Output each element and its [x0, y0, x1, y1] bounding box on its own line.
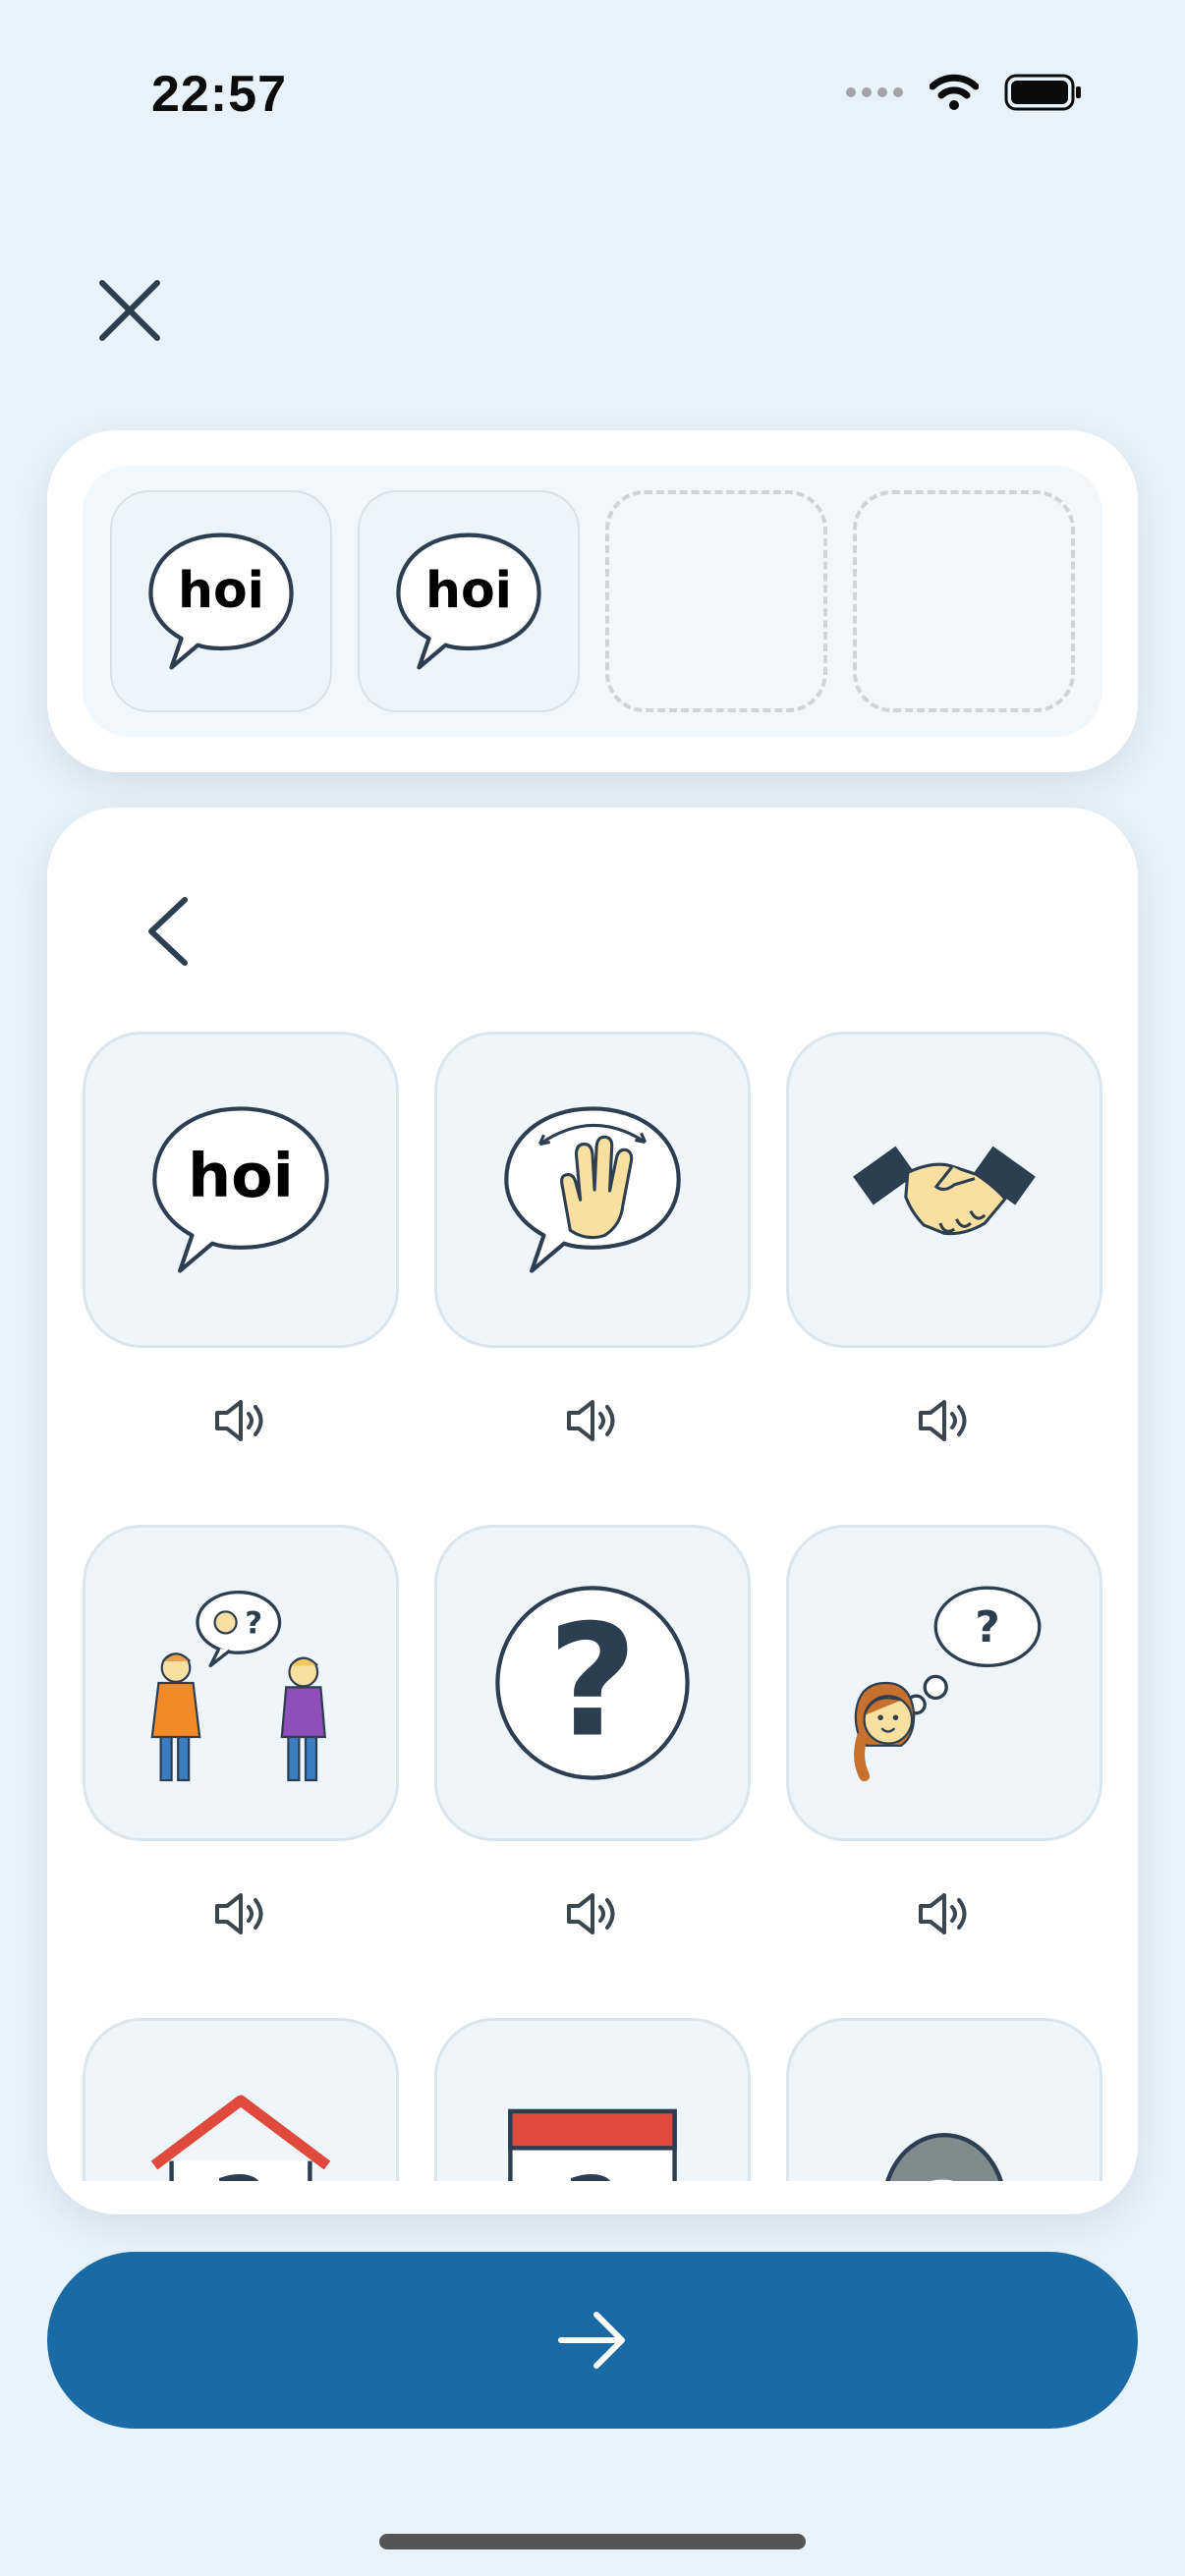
grey-question-icon: ?	[885, 2133, 1003, 2181]
symbol-grid-card: hoi ? ? ?	[47, 808, 1138, 2214]
status-bar: 22:57	[0, 0, 1185, 196]
chevron-left-icon	[148, 897, 188, 966]
svg-text:hoi: hoi	[178, 561, 264, 619]
speaker-icon[interactable]	[563, 1890, 622, 1937]
close-icon	[99, 280, 160, 341]
svg-text:?: ?	[564, 2157, 620, 2182]
battery-icon	[1004, 74, 1081, 111]
sentence-slot-2[interactable]: hoi	[358, 490, 580, 712]
sentence-slot-1[interactable]: hoi	[110, 490, 332, 712]
sentence-slot-3-empty[interactable]	[605, 490, 827, 712]
speaker-icon[interactable]	[211, 1890, 270, 1937]
home-indicator[interactable]	[379, 2534, 806, 2549]
speech-bubble-hoi-icon: hoi	[396, 532, 541, 670]
wifi-icon	[930, 74, 979, 110]
symbol-tile-hoi[interactable]: hoi	[83, 1032, 399, 1348]
close-button[interactable]	[94, 275, 165, 346]
svg-text:hoi: hoi	[188, 1141, 294, 1211]
arrow-right-icon	[558, 2312, 625, 2369]
sentence-slot-4-empty[interactable]	[853, 490, 1075, 712]
symbol-tile-people-question[interactable]: ?	[83, 1525, 399, 1841]
symbol-tile-calendar-question[interactable]: ?	[434, 2018, 751, 2181]
svg-text:?: ?	[916, 2162, 972, 2181]
symbol-cell: ?	[786, 1525, 1102, 2018]
signal-dots-icon	[846, 87, 903, 97]
svg-text:?: ?	[245, 1605, 262, 1641]
symbol-tile-grey-question[interactable]: ?	[786, 2018, 1102, 2181]
sentence-strip: hoi hoi	[83, 466, 1102, 737]
sentence-card: hoi hoi	[47, 430, 1138, 772]
speaker-icon[interactable]	[563, 1397, 622, 1444]
symbol-tile-handshake[interactable]	[786, 1032, 1102, 1348]
symbol-cell: ?	[83, 2018, 399, 2181]
svg-text:?: ?	[212, 2157, 268, 2182]
symbol-cell	[786, 1032, 1102, 1525]
symbol-cell: hoi	[83, 1032, 399, 1525]
back-button[interactable]	[138, 890, 198, 973]
symbol-tile-think[interactable]: ?	[786, 1525, 1102, 1841]
symbol-grid: hoi ? ? ?	[83, 1032, 1102, 2181]
two-people-asking-icon: ?	[150, 1590, 326, 1782]
speech-bubble-hoi-icon: hoi	[152, 1106, 329, 1273]
svg-text:?: ?	[547, 1593, 637, 1772]
calendar-question-icon: ?	[508, 2108, 677, 2182]
speech-bubble-hoi-icon: hoi	[148, 532, 294, 670]
svg-text:?: ?	[975, 1602, 1000, 1652]
status-icons	[845, 73, 1083, 112]
handshake-icon	[853, 1146, 1036, 1236]
symbol-tile-wave[interactable]	[434, 1032, 751, 1348]
symbol-cell	[434, 1032, 751, 1525]
symbol-tile-house-question[interactable]: ?	[83, 2018, 399, 2181]
svg-text:hoi: hoi	[425, 561, 512, 619]
symbol-tile-question[interactable]: ?	[434, 1525, 751, 1841]
next-button[interactable]	[47, 2252, 1138, 2429]
girl-thinking-icon: ?	[854, 1586, 1042, 1782]
speaker-icon[interactable]	[915, 1397, 974, 1444]
house-question-icon: ?	[150, 2095, 331, 2182]
speaker-icon[interactable]	[915, 1890, 974, 1937]
status-time: 22:57	[151, 66, 287, 123]
speaker-icon[interactable]	[211, 1397, 270, 1444]
symbol-grid-scroll[interactable]: hoi ? ? ?	[83, 1032, 1102, 2181]
symbol-cell: ?	[434, 1525, 751, 2018]
waving-hand-icon	[504, 1106, 681, 1273]
symbol-cell: ?	[434, 2018, 751, 2181]
symbol-cell: ?	[786, 2018, 1102, 2181]
question-mark-icon: ?	[495, 1586, 690, 1780]
symbol-cell: ?	[83, 1525, 399, 2018]
